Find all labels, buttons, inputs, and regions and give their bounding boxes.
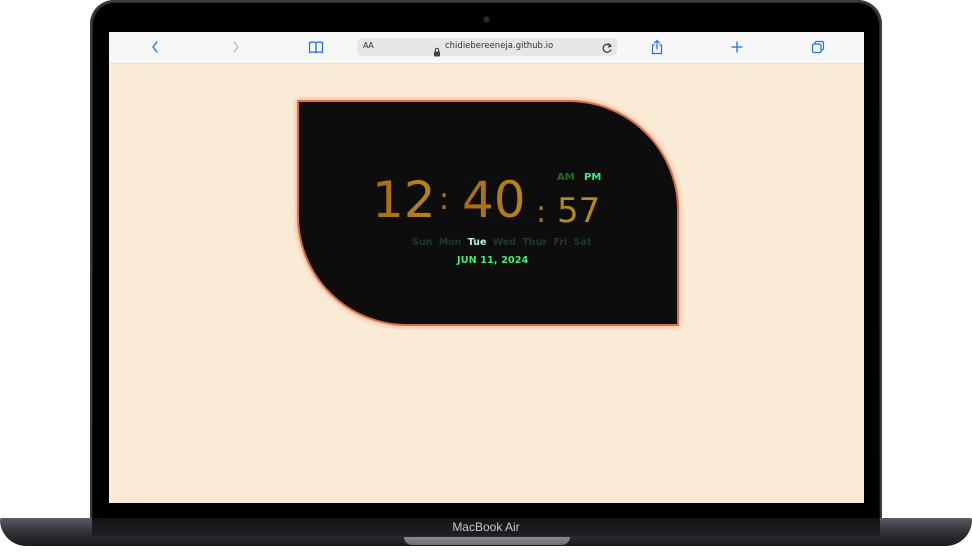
clock-separator: : <box>439 182 450 217</box>
new-tab-button[interactable] <box>726 38 748 56</box>
share-icon <box>651 39 663 55</box>
am-indicator: AM <box>557 172 575 183</box>
weekday-tue-active: Tue <box>467 237 487 248</box>
pm-indicator: PM <box>584 172 602 183</box>
weekday-sun: Sun <box>412 237 433 248</box>
back-button[interactable] <box>144 38 166 56</box>
weekday-mon: Mon <box>438 237 462 248</box>
device-label: MacBook Air <box>452 520 520 534</box>
weekday-wed: Wed <box>492 237 517 248</box>
forward-button[interactable] <box>225 38 247 56</box>
chevron-right-icon <box>233 41 239 53</box>
address-bar[interactable]: AA chidiebereeneja.github.io <box>357 38 617 59</box>
plus-icon <box>731 41 743 53</box>
tabs-overview-button[interactable] <box>807 38 829 56</box>
tabs-overview-icon <box>811 40 825 54</box>
camera-icon <box>484 17 489 22</box>
laptop-notch <box>404 537 570 545</box>
laptop-mockup: AA chidiebereeneja.github.io 12: 40: 5… <box>0 0 972 558</box>
clock-minutes: 40 <box>462 171 526 229</box>
browser-toolbar: AA chidiebereeneja.github.io <box>109 32 864 64</box>
clock-hours: 12 <box>372 171 436 229</box>
clock-date: JUN 11, 2024 <box>457 255 529 266</box>
clock-separator: : <box>536 195 547 230</box>
bookmarks-button[interactable] <box>305 38 327 56</box>
weekday-sat: Sat <box>573 237 592 248</box>
url-text: chidiebereeneja.github.io <box>445 41 554 51</box>
chevron-left-icon <box>152 41 158 53</box>
reload-button[interactable] <box>601 40 613 59</box>
reader-button[interactable]: AA <box>363 41 374 50</box>
weekday-fri: Fri <box>553 237 568 248</box>
browser-window: AA chidiebereeneja.github.io 12: 40: 5… <box>109 32 864 503</box>
weekday-list: Sun Mon Tue Wed Thur Fri Sat <box>412 237 594 248</box>
reload-icon <box>602 43 612 53</box>
weekday-thur: Thur <box>522 237 548 248</box>
share-button[interactable] <box>646 38 668 56</box>
digital-clock-card: 12 : 40 : 57 AM PM Sun Mon Tue Wed Thur … <box>297 100 679 326</box>
lock-icon <box>433 42 441 61</box>
book-icon <box>308 41 324 54</box>
clock-seconds: 57 <box>557 191 601 231</box>
